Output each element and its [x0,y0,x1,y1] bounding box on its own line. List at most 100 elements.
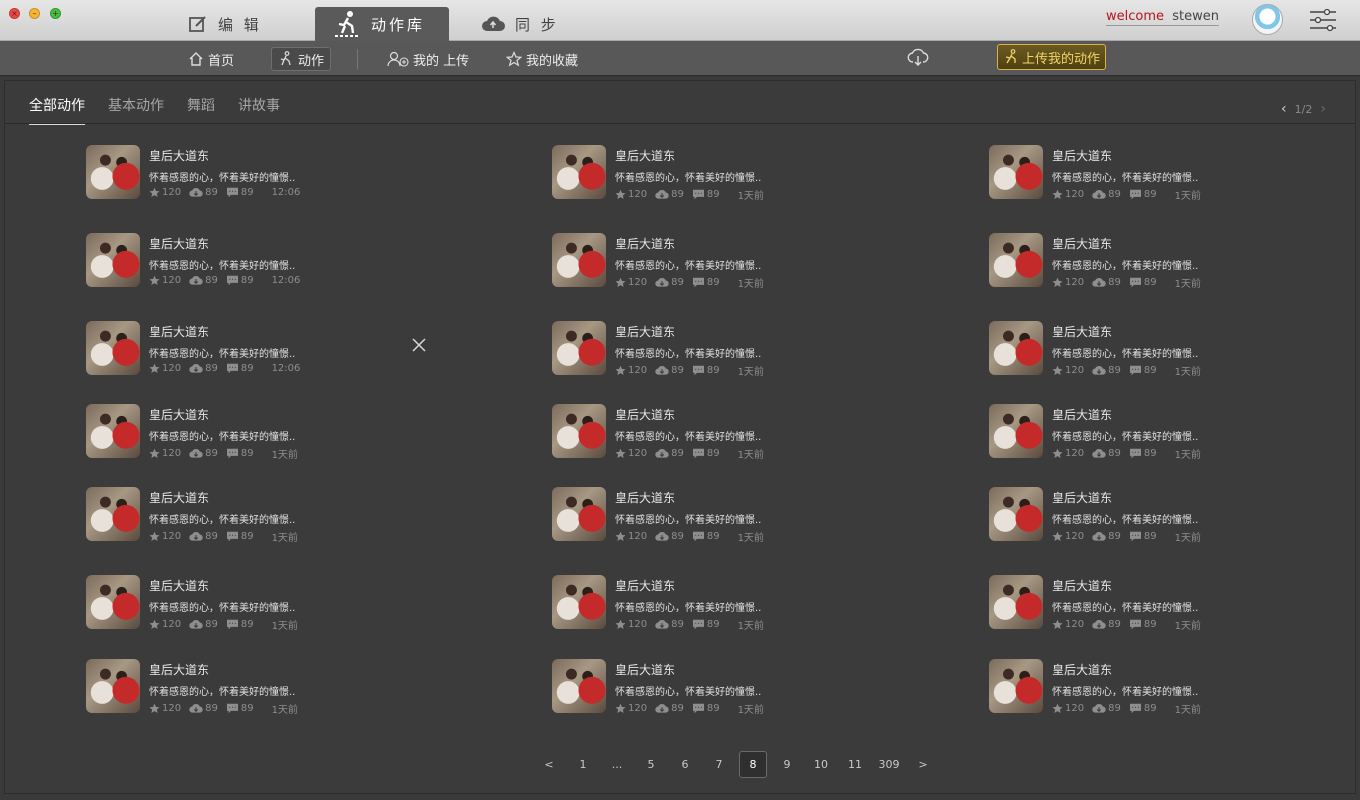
action-card[interactable]: 皇后大道东 怀着感恩的心，怀着美好的憧憬.. 120 89 89 1天前 [86,487,346,544]
action-title[interactable]: 皇后大道东 [1052,661,1112,678]
tab-category-basic[interactable]: 基本动作 [108,95,164,125]
settings-sliders-icon[interactable] [1308,8,1338,32]
welcome-user-link[interactable]: welcome stewen [1106,9,1220,26]
comments-count: 89 [240,363,254,374]
action-card[interactable]: 皇后大道东 怀着感恩的心，怀着美好的憧憬.. 120 89 89 1天前 [989,404,1249,461]
action-thumbnail[interactable] [86,145,140,199]
action-card[interactable]: 皇后大道东 怀着感恩的心，怀着美好的憧憬.. 120 89 89 1天前 [552,659,812,716]
action-card[interactable]: 皇后大道东 怀着感恩的心，怀着美好的憧憬.. 120 89 89 12:06 [86,145,346,201]
page-button[interactable]: 8 [739,751,767,778]
action-card[interactable]: 皇后大道东 怀着感恩的心，怀着美好的憧憬.. 120 89 89 1天前 [989,487,1249,544]
action-title[interactable]: 皇后大道东 [615,661,675,678]
action-card[interactable]: 皇后大道东 怀着感恩的心，怀着美好的憧憬.. 120 89 89 1天前 [552,487,812,544]
action-title[interactable]: 皇后大道东 [1052,323,1112,340]
action-card[interactable]: 皇后大道东 怀着感恩的心，怀着美好的憧憬.. 120 89 89 1天前 [989,321,1249,378]
page-button[interactable]: 309 [875,751,903,778]
cloud-download-icon[interactable] [907,48,929,68]
minimize-window-button[interactable]: – [29,8,40,19]
action-card[interactable]: 皇后大道东 怀着感恩的心，怀着美好的憧憬.. 120 89 89 1天前 [989,145,1249,202]
action-thumbnail[interactable] [552,659,606,713]
action-title[interactable]: 皇后大道东 [149,235,209,252]
action-title[interactable]: 皇后大道东 [149,489,209,506]
page-button[interactable]: 6 [671,751,699,778]
action-card[interactable]: 皇后大道东 怀着感恩的心，怀着美好的憧憬.. 120 89 89 1天前 [552,145,812,202]
action-card[interactable]: 皇后大道东 怀着感恩的心，怀着美好的憧憬.. 120 89 89 1天前 [989,575,1249,632]
prev-page-arrow-icon[interactable]: ‹ [1281,101,1287,117]
action-card[interactable]: 皇后大道东 怀着感恩的心，怀着美好的憧憬.. 120 89 89 1天前 [552,233,812,290]
action-title[interactable]: 皇后大道东 [149,406,209,423]
action-thumbnail[interactable] [989,321,1043,375]
action-time: 12:06 [271,187,301,198]
action-thumbnail[interactable] [86,321,140,375]
nav-my-favorites[interactable]: 我的收藏 [500,47,584,71]
action-thumbnail[interactable] [86,487,140,541]
action-thumbnail[interactable] [989,145,1043,199]
tab-category-all[interactable]: 全部动作 [29,95,85,125]
action-title[interactable]: 皇后大道东 [1052,406,1112,423]
action-card[interactable]: 皇后大道东 怀着感恩的心，怀着美好的憧憬.. 120 89 89 12:06 [86,321,346,377]
action-title[interactable]: 皇后大道东 [149,577,209,594]
action-title[interactable]: 皇后大道东 [1052,235,1112,252]
action-thumbnail[interactable] [552,233,606,287]
action-card[interactable]: 皇后大道东 怀着感恩的心，怀着美好的憧憬.. 120 89 89 1天前 [86,404,346,461]
upload-my-action-button[interactable]: 上传我的动作 [997,44,1107,70]
page-button[interactable]: 9 [773,751,801,778]
maximize-window-button[interactable]: + [50,8,61,19]
action-thumbnail[interactable] [86,233,140,287]
action-title[interactable]: 皇后大道东 [1052,147,1112,164]
next-page-arrow-icon[interactable]: › [1320,101,1326,117]
action-title[interactable]: 皇后大道东 [149,323,209,340]
action-card[interactable]: 皇后大道东 怀着感恩的心，怀着美好的憧憬.. 120 89 89 1天前 [989,233,1249,290]
action-card[interactable]: 皇后大道东 怀着感恩的心，怀着美好的憧憬.. 120 89 89 1天前 [86,575,346,632]
action-thumbnail[interactable] [989,659,1043,713]
action-card[interactable]: 皇后大道东 怀着感恩的心，怀着美好的憧憬.. 120 89 89 1天前 [552,575,812,632]
action-thumbnail[interactable] [989,233,1043,287]
action-thumbnail[interactable] [552,575,606,629]
action-title[interactable]: 皇后大道东 [615,577,675,594]
action-title[interactable]: 皇后大道东 [1052,577,1112,594]
action-card[interactable]: 皇后大道东 怀着感恩的心，怀着美好的憧憬.. 120 89 89 1天前 [989,659,1249,716]
next-page-button[interactable]: > [909,751,937,778]
close-icon[interactable] [411,337,427,353]
tab-edit[interactable]: 编 辑 [188,7,262,41]
action-card[interactable]: 皇后大道东 怀着感恩的心，怀着美好的憧憬.. 120 89 89 1天前 [552,404,812,461]
action-thumbnail[interactable] [552,487,606,541]
action-title[interactable]: 皇后大道东 [615,147,675,164]
nav-action[interactable]: 动作 [271,47,332,71]
action-thumbnail[interactable] [989,487,1043,541]
page-button[interactable]: 11 [841,751,869,778]
comments-stat: 89 [1129,531,1157,542]
action-thumbnail[interactable] [552,145,606,199]
action-thumbnail[interactable] [86,659,140,713]
action-thumbnail[interactable] [989,575,1043,629]
action-thumbnail[interactable] [86,575,140,629]
tab-sync[interactable]: 同 步 [481,7,559,41]
action-title[interactable]: 皇后大道东 [149,147,209,164]
page-button[interactable]: 7 [705,751,733,778]
tab-action-library[interactable]: 动作库 [315,7,449,41]
avatar[interactable] [1252,4,1283,35]
tab-category-story[interactable]: 讲故事 [238,95,280,125]
action-title[interactable]: 皇后大道东 [149,661,209,678]
action-title[interactable]: 皇后大道东 [615,323,675,340]
action-thumbnail[interactable] [552,321,606,375]
action-thumbnail[interactable] [86,404,140,458]
action-thumbnail[interactable] [552,404,606,458]
prev-page-button[interactable]: < [535,751,563,778]
nav-my-upload[interactable]: 我的 上传 [381,47,475,71]
action-title[interactable]: 皇后大道东 [1052,489,1112,506]
comment-icon [692,703,704,714]
close-window-button[interactable]: × [9,8,20,19]
action-thumbnail[interactable] [989,404,1043,458]
action-title[interactable]: 皇后大道东 [615,235,675,252]
action-card[interactable]: 皇后大道东 怀着感恩的心，怀着美好的憧憬.. 120 89 89 1天前 [86,659,346,716]
action-card[interactable]: 皇后大道东 怀着感恩的心，怀着美好的憧憬.. 120 89 89 12:06 [86,233,346,289]
action-title[interactable]: 皇后大道东 [615,489,675,506]
page-button[interactable]: 10 [807,751,835,778]
nav-home[interactable]: 首页 [182,47,240,71]
action-title[interactable]: 皇后大道东 [615,406,675,423]
page-button[interactable]: 1 [569,751,597,778]
action-card[interactable]: 皇后大道东 怀着感恩的心，怀着美好的憧憬.. 120 89 89 1天前 [552,321,812,378]
tab-category-dance[interactable]: 舞蹈 [187,95,215,125]
page-button[interactable]: 5 [637,751,665,778]
